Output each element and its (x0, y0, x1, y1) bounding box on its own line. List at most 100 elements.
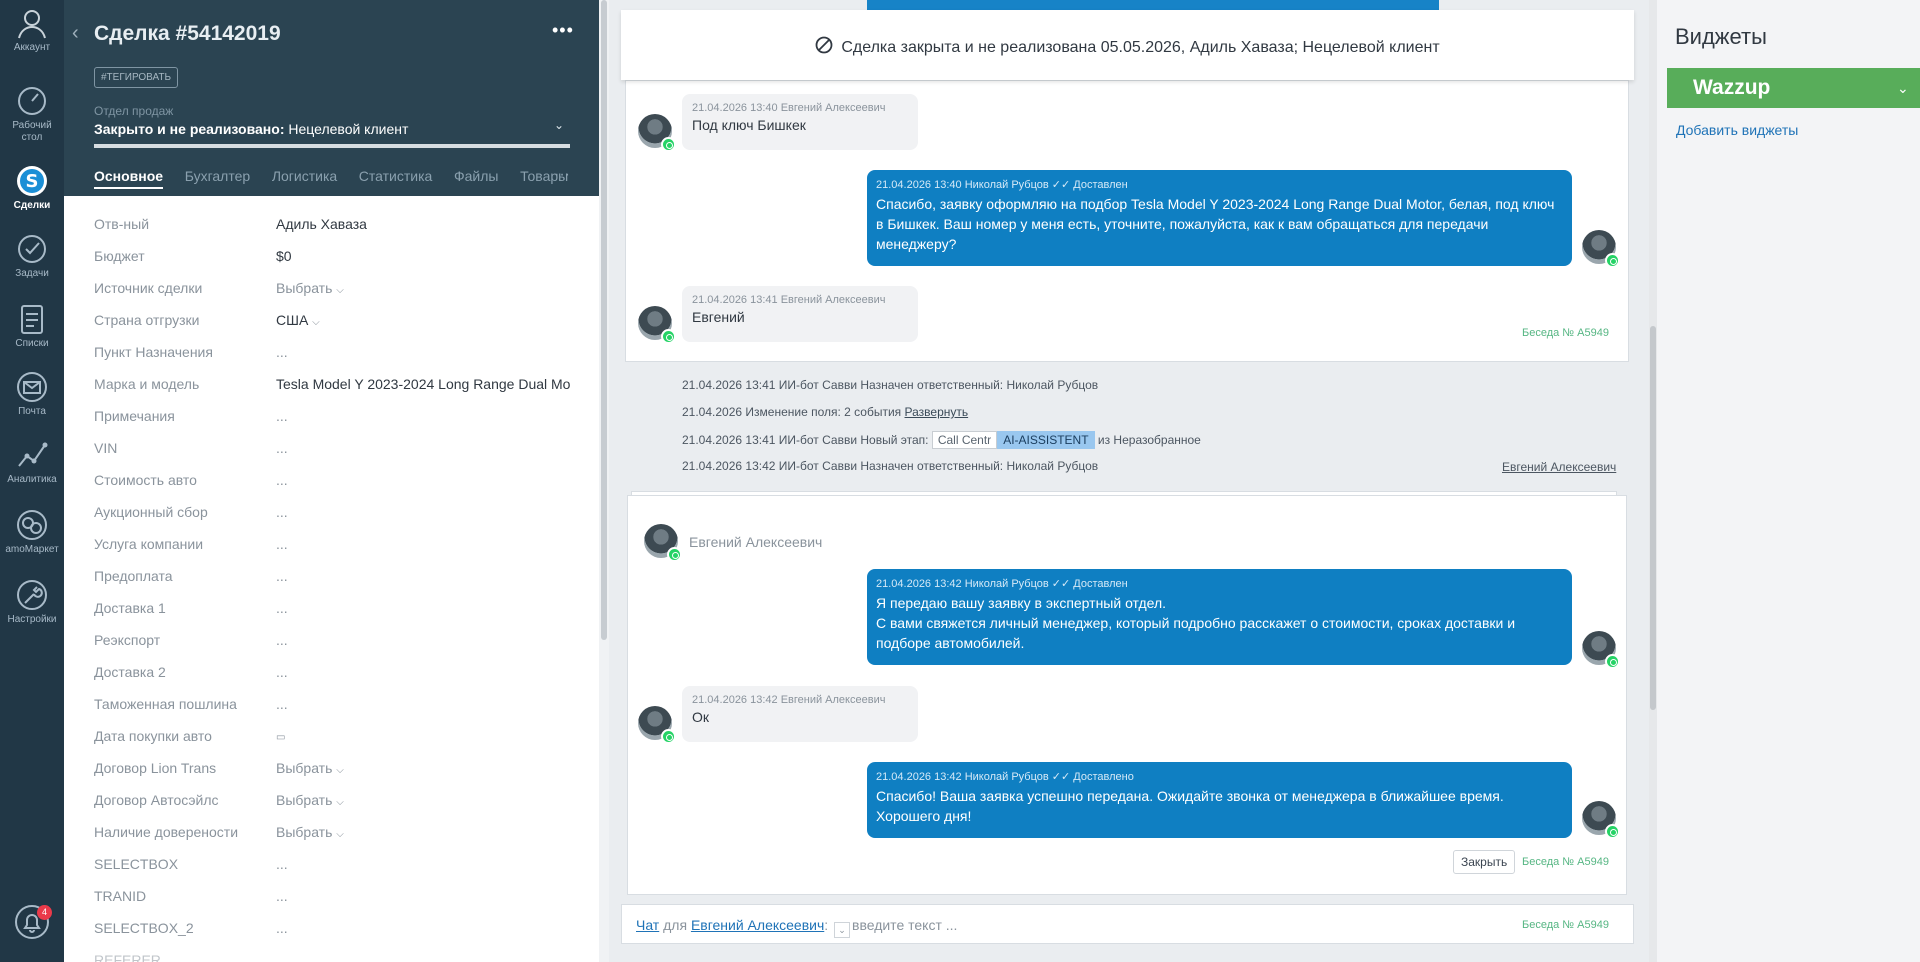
nav-account[interactable]: Аккаунт (0, 6, 64, 54)
field-select[interactable]: Выбрать ⌵ (276, 280, 570, 296)
stage-from-badge: Call Centr (931, 431, 998, 449)
closed-banner-text: Сделка закрыта и не реализована 05.05.20… (841, 39, 1440, 56)
field-value[interactable]: ... (276, 920, 570, 936)
nav-market[interactable]: amoМаркет (0, 508, 64, 556)
card-scrollbar-thumb[interactable] (601, 0, 607, 640)
chevron-down-icon: ⌵ (336, 829, 344, 840)
outgoing-message: 21.04.2026 13:40 Николай Рубцов ✓✓ Доста… (867, 170, 1572, 266)
chevron-down-icon: ⌵ (336, 285, 344, 296)
field-select[interactable]: Выбрать ⌵ (276, 792, 570, 808)
field-value[interactable]: ... (276, 408, 570, 424)
field-value[interactable]: ... (276, 888, 570, 904)
tab-accounting[interactable]: Бухгалтер (185, 168, 250, 184)
chevron-down-icon: ⌵ (336, 797, 344, 808)
field-value[interactable]: ... (276, 344, 570, 360)
chat-recipient-link[interactable]: Евгений Алексеевич (691, 917, 824, 933)
field-row: SELECTBOX... (94, 852, 599, 884)
tabs-more-icon[interactable]: ··· (554, 166, 570, 184)
manager-avatar (1582, 230, 1620, 268)
wazzup-widget[interactable]: Wazzup ⌄ (1667, 68, 1920, 108)
chat-for-label: для (663, 917, 688, 933)
field-value[interactable]: ... (276, 568, 570, 584)
nav-dashboard[interactable]: Рабочий стол (0, 84, 64, 144)
message-text: Ок (692, 709, 710, 725)
expand-link[interactable]: Развернуть (905, 405, 969, 419)
field-select[interactable]: Выбрать ⌵ (276, 760, 570, 776)
status-prefix: Закрыто и не реализовано: (94, 121, 285, 137)
close-conversation-button[interactable]: Закрыть (1453, 850, 1516, 874)
field-value[interactable]: Адиль Хаваза (276, 216, 570, 232)
nav-label: Аккаунт (13, 42, 51, 53)
field-row: Бюджет $0 (94, 244, 599, 276)
field-value[interactable]: ... (276, 664, 570, 680)
conversation-link[interactable]: Беседа № A5949 (1522, 856, 1609, 868)
whatsapp-icon (661, 137, 676, 152)
message-meta: 21.04.2026 13:40 Николай Рубцов ✓✓ Доста… (876, 179, 1128, 191)
message-meta: 21.04.2026 13:40 Евгений Алексеевич (692, 102, 886, 114)
tag-button[interactable]: #ТЕГИРОВАТЬ (94, 67, 179, 88)
add-widgets-link[interactable]: Добавить виджеты (1676, 122, 1798, 138)
wazzup-widget-label: Wazzup (1693, 76, 1771, 99)
field-row: Примечания... (94, 404, 599, 436)
deal-fields: Отв-ный Адиль Хаваза Бюджет $0 Источник сд… (94, 212, 599, 962)
nav-lists[interactable]: Списки (0, 302, 64, 350)
chat-input[interactable] (852, 915, 1452, 935)
tab-main[interactable]: Основное (94, 168, 164, 189)
message-meta: 21.04.2026 13:42 Николай Рубцов ✓✓ Доста… (876, 771, 1134, 783)
back-arrow-icon[interactable]: ‹ (72, 22, 79, 45)
card-tabs: Основное Бухгалтер Логистика Статистика … (94, 168, 586, 190)
field-value[interactable]: ... (276, 536, 570, 552)
message-text: Евгений (692, 309, 745, 325)
field-value[interactable]: $0 (276, 248, 570, 264)
nav-label: Настройки (7, 614, 57, 625)
field-row: Страна отгрузки США ⌵ (94, 308, 599, 340)
more-menu-icon[interactable]: ••• (552, 20, 574, 41)
chat-type-link[interactable]: Чат (636, 917, 659, 933)
chevron-down-icon[interactable]: ⌄ (554, 118, 564, 132)
nav-deals[interactable]: S Сделки (0, 164, 64, 212)
status-progress-bar (94, 144, 570, 148)
whatsapp-icon (1605, 654, 1620, 669)
field-value[interactable]: ... (276, 632, 570, 648)
field-select[interactable]: США ⌵ (276, 312, 570, 328)
nav-mail[interactable]: Почта (0, 370, 64, 418)
status-select[interactable]: Закрыто и не реализовано: Нецелевой клие… (94, 121, 408, 137)
tab-files[interactable]: Файлы (454, 168, 498, 184)
chevron-down-icon[interactable]: ⌄ (834, 922, 851, 938)
closed-banner-line: Сделка закрыта и не реализована 05.05.20… (621, 36, 1634, 59)
dashboard-icon (15, 84, 49, 118)
chevron-down-icon: ⌄ (1897, 80, 1909, 96)
system-event-suffix: из Неразобранное (1097, 433, 1201, 447)
field-label: SELECTBOX_2 (94, 920, 194, 936)
field-label: Таможенная пошлина (94, 696, 237, 712)
tab-logistics[interactable]: Логистика (272, 168, 337, 184)
nav-settings[interactable]: Настройки (0, 578, 64, 626)
field-value[interactable]: ... (276, 504, 570, 520)
field-value[interactable]: ... (276, 440, 570, 456)
event-author-link[interactable]: Евгений Алексеевич (1502, 460, 1616, 474)
field-value[interactable]: ... (276, 696, 570, 712)
field-label: Договор Автосэйлс (94, 792, 219, 808)
whatsapp-icon (661, 329, 676, 344)
tab-statistics[interactable]: Статистика (359, 168, 433, 184)
field-value[interactable]: ... (276, 472, 570, 488)
conversation-link[interactable]: Беседа № A5949 (1522, 327, 1609, 339)
message-text: Спасибо! Ваша заявка успешно передана. О… (876, 788, 1504, 824)
calendar-icon[interactable]: ▭ (276, 732, 570, 743)
nav-analytics[interactable]: Аналитика (0, 438, 64, 486)
nav-tasks[interactable]: Задачи (0, 232, 64, 280)
field-row: Договор Автосэйлс Выбрать ⌵ (94, 788, 599, 820)
outgoing-message: 21.04.2026 13:42 Николай Рубцов ✓✓ Доста… (867, 762, 1572, 838)
status-reason: Нецелевой клиент (288, 121, 409, 137)
field-label: Услуга компании (94, 536, 204, 552)
field-value[interactable]: Tesla Model Y 2023-2024 Long Range Dual … (276, 376, 570, 392)
feed-scrollbar-thumb[interactable] (1650, 326, 1656, 710)
field-select[interactable]: Выбрать ⌵ (276, 824, 570, 840)
conversation-link[interactable]: Беседа № A5949 (1522, 919, 1609, 931)
field-row: Предоплата... (94, 564, 599, 596)
deal-card: ‹ Сделка #54142019 ••• #ТЕГИРОВАТЬ Отдел… (64, 0, 599, 962)
chevron-down-icon: ⌵ (336, 765, 344, 776)
field-value[interactable]: ... (276, 600, 570, 616)
settings-icon (15, 578, 49, 612)
field-value[interactable]: ... (276, 856, 570, 872)
